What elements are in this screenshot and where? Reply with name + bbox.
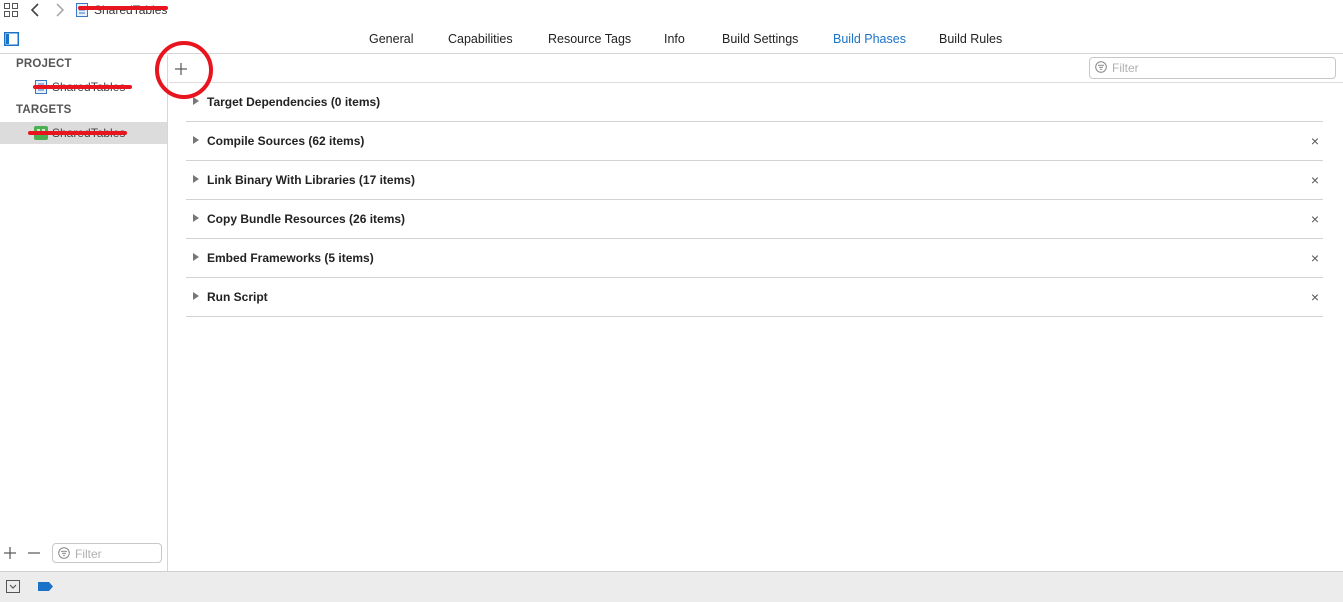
filter-icon xyxy=(1095,61,1107,73)
build-phase-row[interactable]: Link Binary With Libraries (17 items) × xyxy=(186,161,1323,200)
breakpoint-icon[interactable] xyxy=(38,582,53,591)
build-phase-list: Target Dependencies (0 items) Compile So… xyxy=(186,83,1323,317)
disclosure-triangle-icon[interactable] xyxy=(193,175,199,183)
chevron-right-icon[interactable] xyxy=(51,1,67,19)
add-target-icon[interactable] xyxy=(3,546,17,560)
build-phase-row[interactable]: Target Dependencies (0 items) xyxy=(186,83,1323,122)
sidebar-item-project[interactable]: SharedTables xyxy=(0,76,167,98)
tab-capabilities[interactable]: Capabilities xyxy=(448,32,513,46)
editor-tab-bar: General Capabilities Resource Tags Info … xyxy=(0,24,1343,54)
filter-placeholder: Filter xyxy=(75,547,102,561)
build-phase-row[interactable]: Copy Bundle Resources (26 items) × xyxy=(186,200,1323,239)
tab-build-settings[interactable]: Build Settings xyxy=(722,32,798,46)
hide-debug-area-icon[interactable] xyxy=(6,580,20,593)
sidebar-toggle-icon[interactable] xyxy=(4,32,19,46)
phases-filter-field[interactable]: Filter xyxy=(1089,57,1336,79)
disclosure-triangle-icon[interactable] xyxy=(193,253,199,261)
build-phase-row[interactable]: Embed Frameworks (5 items) × xyxy=(186,239,1323,278)
disclosure-triangle-icon[interactable] xyxy=(193,214,199,222)
add-build-phase-icon[interactable] xyxy=(173,61,189,77)
build-phase-title: Run Script xyxy=(207,290,268,304)
remove-target-icon[interactable] xyxy=(27,546,41,560)
redaction-mark xyxy=(33,85,132,89)
sidebar-item-target[interactable]: SharedTables xyxy=(0,122,167,144)
build-phase-title: Link Binary With Libraries (17 items) xyxy=(207,173,415,187)
build-phase-title: Embed Frameworks (5 items) xyxy=(207,251,374,265)
project-navigator-sidebar: PROJECT SharedTables TARGETS SharedTable… xyxy=(0,55,168,571)
chevron-left-icon[interactable] xyxy=(28,1,44,19)
related-items-icon[interactable] xyxy=(4,3,18,17)
remove-phase-icon[interactable]: × xyxy=(1309,173,1321,187)
tab-general[interactable]: General xyxy=(369,32,413,46)
redaction-mark xyxy=(78,6,168,10)
build-phase-title: Copy Bundle Resources (26 items) xyxy=(207,212,406,226)
tab-resource-tags[interactable]: Resource Tags xyxy=(548,32,631,46)
project-section-header: PROJECT xyxy=(16,58,72,70)
tab-build-phases[interactable]: Build Phases xyxy=(833,32,906,46)
remove-phase-icon[interactable]: × xyxy=(1309,251,1321,265)
build-phases-toolbar: Filter xyxy=(155,41,1343,99)
build-phase-row[interactable]: Run Script × xyxy=(186,278,1323,317)
sidebar-bottom-bar: Filter xyxy=(0,541,167,571)
filter-icon xyxy=(58,547,70,559)
build-phase-title: Target Dependencies (0 items) xyxy=(207,95,381,109)
tab-info[interactable]: Info xyxy=(664,32,685,46)
tab-build-rules[interactable]: Build Rules xyxy=(939,32,1002,46)
debug-status-bar xyxy=(0,571,1343,602)
build-phases-editor: Filter Target Dependencies (0 items) Com… xyxy=(155,41,1343,571)
filter-placeholder: Filter xyxy=(1112,61,1139,75)
remove-phase-icon[interactable]: × xyxy=(1309,212,1321,226)
disclosure-triangle-icon[interactable] xyxy=(193,97,199,105)
disclosure-triangle-icon[interactable] xyxy=(193,292,199,300)
build-phase-row[interactable]: Compile Sources (62 items) × xyxy=(186,122,1323,161)
sidebar-filter-field[interactable]: Filter xyxy=(52,543,162,563)
targets-section-header: TARGETS xyxy=(16,104,72,116)
jump-bar: SharedTables xyxy=(0,0,1343,22)
remove-phase-icon[interactable]: × xyxy=(1309,290,1321,304)
redaction-mark xyxy=(28,131,127,135)
disclosure-triangle-icon[interactable] xyxy=(193,136,199,144)
remove-phase-icon[interactable]: × xyxy=(1309,134,1321,148)
build-phase-title: Compile Sources (62 items) xyxy=(207,134,365,148)
